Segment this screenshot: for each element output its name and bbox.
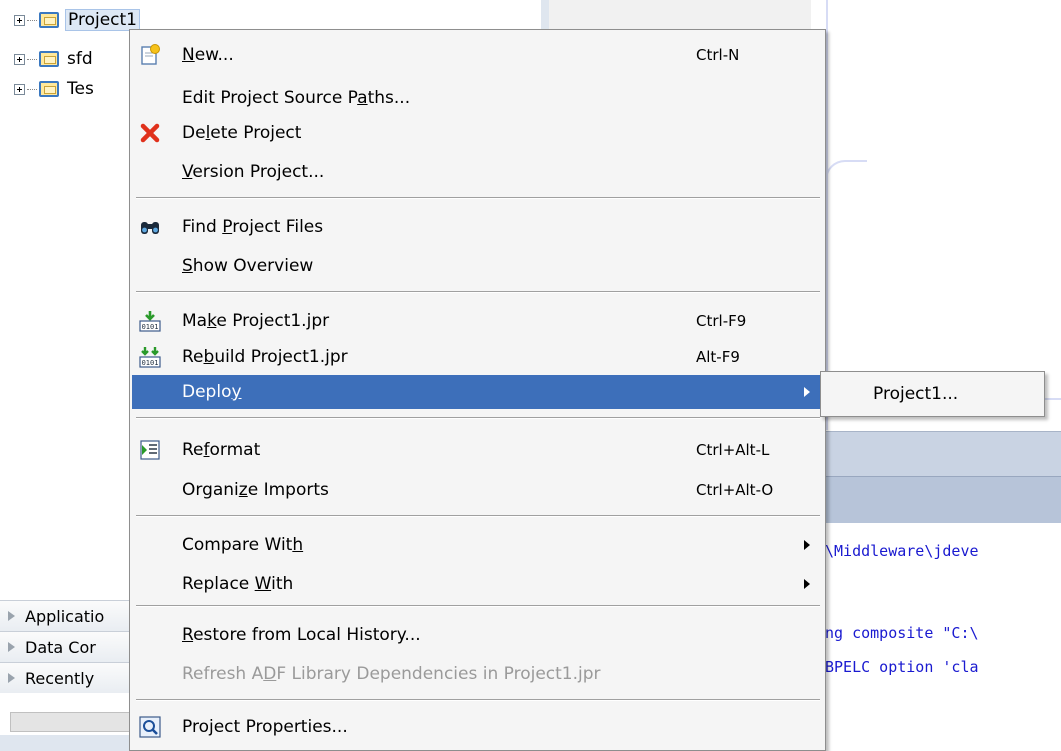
expand-icon[interactable] bbox=[14, 83, 25, 95]
menu-item-find-project-files[interactable]: Find Project Files bbox=[132, 210, 822, 244]
make-icon: 0101 bbox=[138, 309, 162, 333]
tree-node-project1[interactable]: Project1 bbox=[14, 8, 140, 32]
menu-item-reformat[interactable]: Reformat Ctrl+Alt-L bbox=[132, 433, 822, 467]
shortcut-text: Ctrl+Alt-L bbox=[696, 441, 770, 459]
panel-footer bbox=[0, 735, 130, 751]
log-output: \Middleware\jdeve ng composite "C:\ BPEL… bbox=[811, 523, 1061, 751]
expand-icon[interactable] bbox=[14, 14, 25, 26]
expand-arrow-icon bbox=[8, 642, 15, 652]
accordion-recently-opened[interactable]: Recently bbox=[0, 662, 130, 693]
menu-item-rebuild-project[interactable]: 0101 Rebuild Project1.jpr Alt-F9 bbox=[132, 340, 822, 374]
deploy-submenu: Project1... bbox=[820, 371, 1045, 417]
menu-item-version-project[interactable]: Version Project... bbox=[132, 155, 822, 189]
accordion-data-controls[interactable]: Data Cor bbox=[0, 631, 130, 662]
log-line: BPELC option 'cla bbox=[825, 658, 979, 676]
project-folder-icon bbox=[39, 51, 59, 67]
tree-node-label: Tes bbox=[67, 79, 94, 99]
menu-item-new[interactable]: New... Ctrl-N bbox=[132, 38, 822, 72]
tree-node-label: Project1 bbox=[65, 9, 140, 31]
shortcut-text: Ctrl-F9 bbox=[696, 312, 747, 330]
rebuild-icon: 0101 bbox=[138, 345, 162, 369]
submenu-arrow-icon bbox=[804, 387, 810, 397]
horizontal-scrollbar[interactable] bbox=[10, 712, 132, 732]
new-file-icon bbox=[138, 43, 162, 67]
menu-item-compare-with[interactable]: Compare With bbox=[132, 528, 822, 562]
menu-separator bbox=[136, 699, 820, 701]
menu-item-project-properties[interactable]: Project Properties... bbox=[132, 710, 822, 744]
expand-arrow-icon bbox=[8, 673, 15, 683]
svg-text:0101: 0101 bbox=[142, 323, 159, 331]
shortcut-text: Ctrl+Alt-O bbox=[696, 481, 774, 499]
expand-arrow-icon bbox=[8, 611, 15, 621]
menu-item-restore-local-history[interactable]: Restore from Local History... bbox=[132, 618, 822, 652]
menu-separator bbox=[136, 515, 820, 517]
menu-separator bbox=[136, 417, 820, 419]
navigator-accordion: Applicatio Data Cor Recently bbox=[0, 600, 130, 693]
menu-item-refresh-adf-library: Refresh ADF Library Dependencies in Proj… bbox=[182, 664, 601, 684]
project-folder-icon bbox=[39, 12, 59, 28]
accordion-applications[interactable]: Applicatio bbox=[0, 600, 130, 631]
reformat-icon bbox=[138, 438, 162, 462]
log-panel-toolbar bbox=[811, 476, 1061, 523]
binoculars-icon bbox=[138, 215, 162, 239]
shortcut-text: Alt-F9 bbox=[696, 348, 740, 366]
menu-separator bbox=[136, 197, 820, 199]
tree-node-label: sfd bbox=[67, 49, 93, 69]
log-panel-header bbox=[811, 431, 1061, 476]
log-line: \Middleware\jdeve bbox=[825, 542, 979, 560]
menu-item-replace-with[interactable]: Replace With bbox=[132, 567, 822, 601]
menu-item-edit-source-paths[interactable]: Edit Project Source Paths... bbox=[132, 81, 822, 115]
menu-item-show-overview[interactable]: Show Overview bbox=[132, 249, 822, 283]
menu-separator bbox=[136, 291, 820, 293]
log-line: ng composite "C:\ bbox=[825, 624, 979, 642]
properties-icon bbox=[138, 715, 162, 739]
submenu-arrow-icon bbox=[804, 540, 810, 550]
menu-separator bbox=[136, 605, 820, 607]
menu-item-organize-imports[interactable]: Organize Imports Ctrl+Alt-O bbox=[132, 473, 822, 507]
submenu-item-project1[interactable]: Project1... bbox=[823, 378, 1042, 410]
menu-item-deploy[interactable]: Deploy bbox=[132, 375, 822, 409]
menu-item-make-project[interactable]: 0101 Make Project1.jpr Ctrl-F9 bbox=[132, 304, 822, 338]
tree-node-sfd[interactable]: sfd bbox=[14, 47, 95, 71]
svg-text:0101: 0101 bbox=[142, 359, 159, 367]
expand-icon[interactable] bbox=[14, 53, 25, 65]
menu-item-delete-project[interactable]: Delete Project bbox=[132, 116, 822, 150]
submenu-arrow-icon bbox=[804, 579, 810, 589]
shortcut-text: Ctrl-N bbox=[696, 46, 740, 64]
delete-icon bbox=[138, 121, 162, 145]
project-context-menu: New... Ctrl-N Edit Project Source Paths.… bbox=[129, 29, 826, 751]
tree-node-tes[interactable]: Tes bbox=[14, 77, 96, 101]
project-folder-icon bbox=[39, 81, 59, 97]
canvas-connector-curve bbox=[825, 160, 867, 382]
